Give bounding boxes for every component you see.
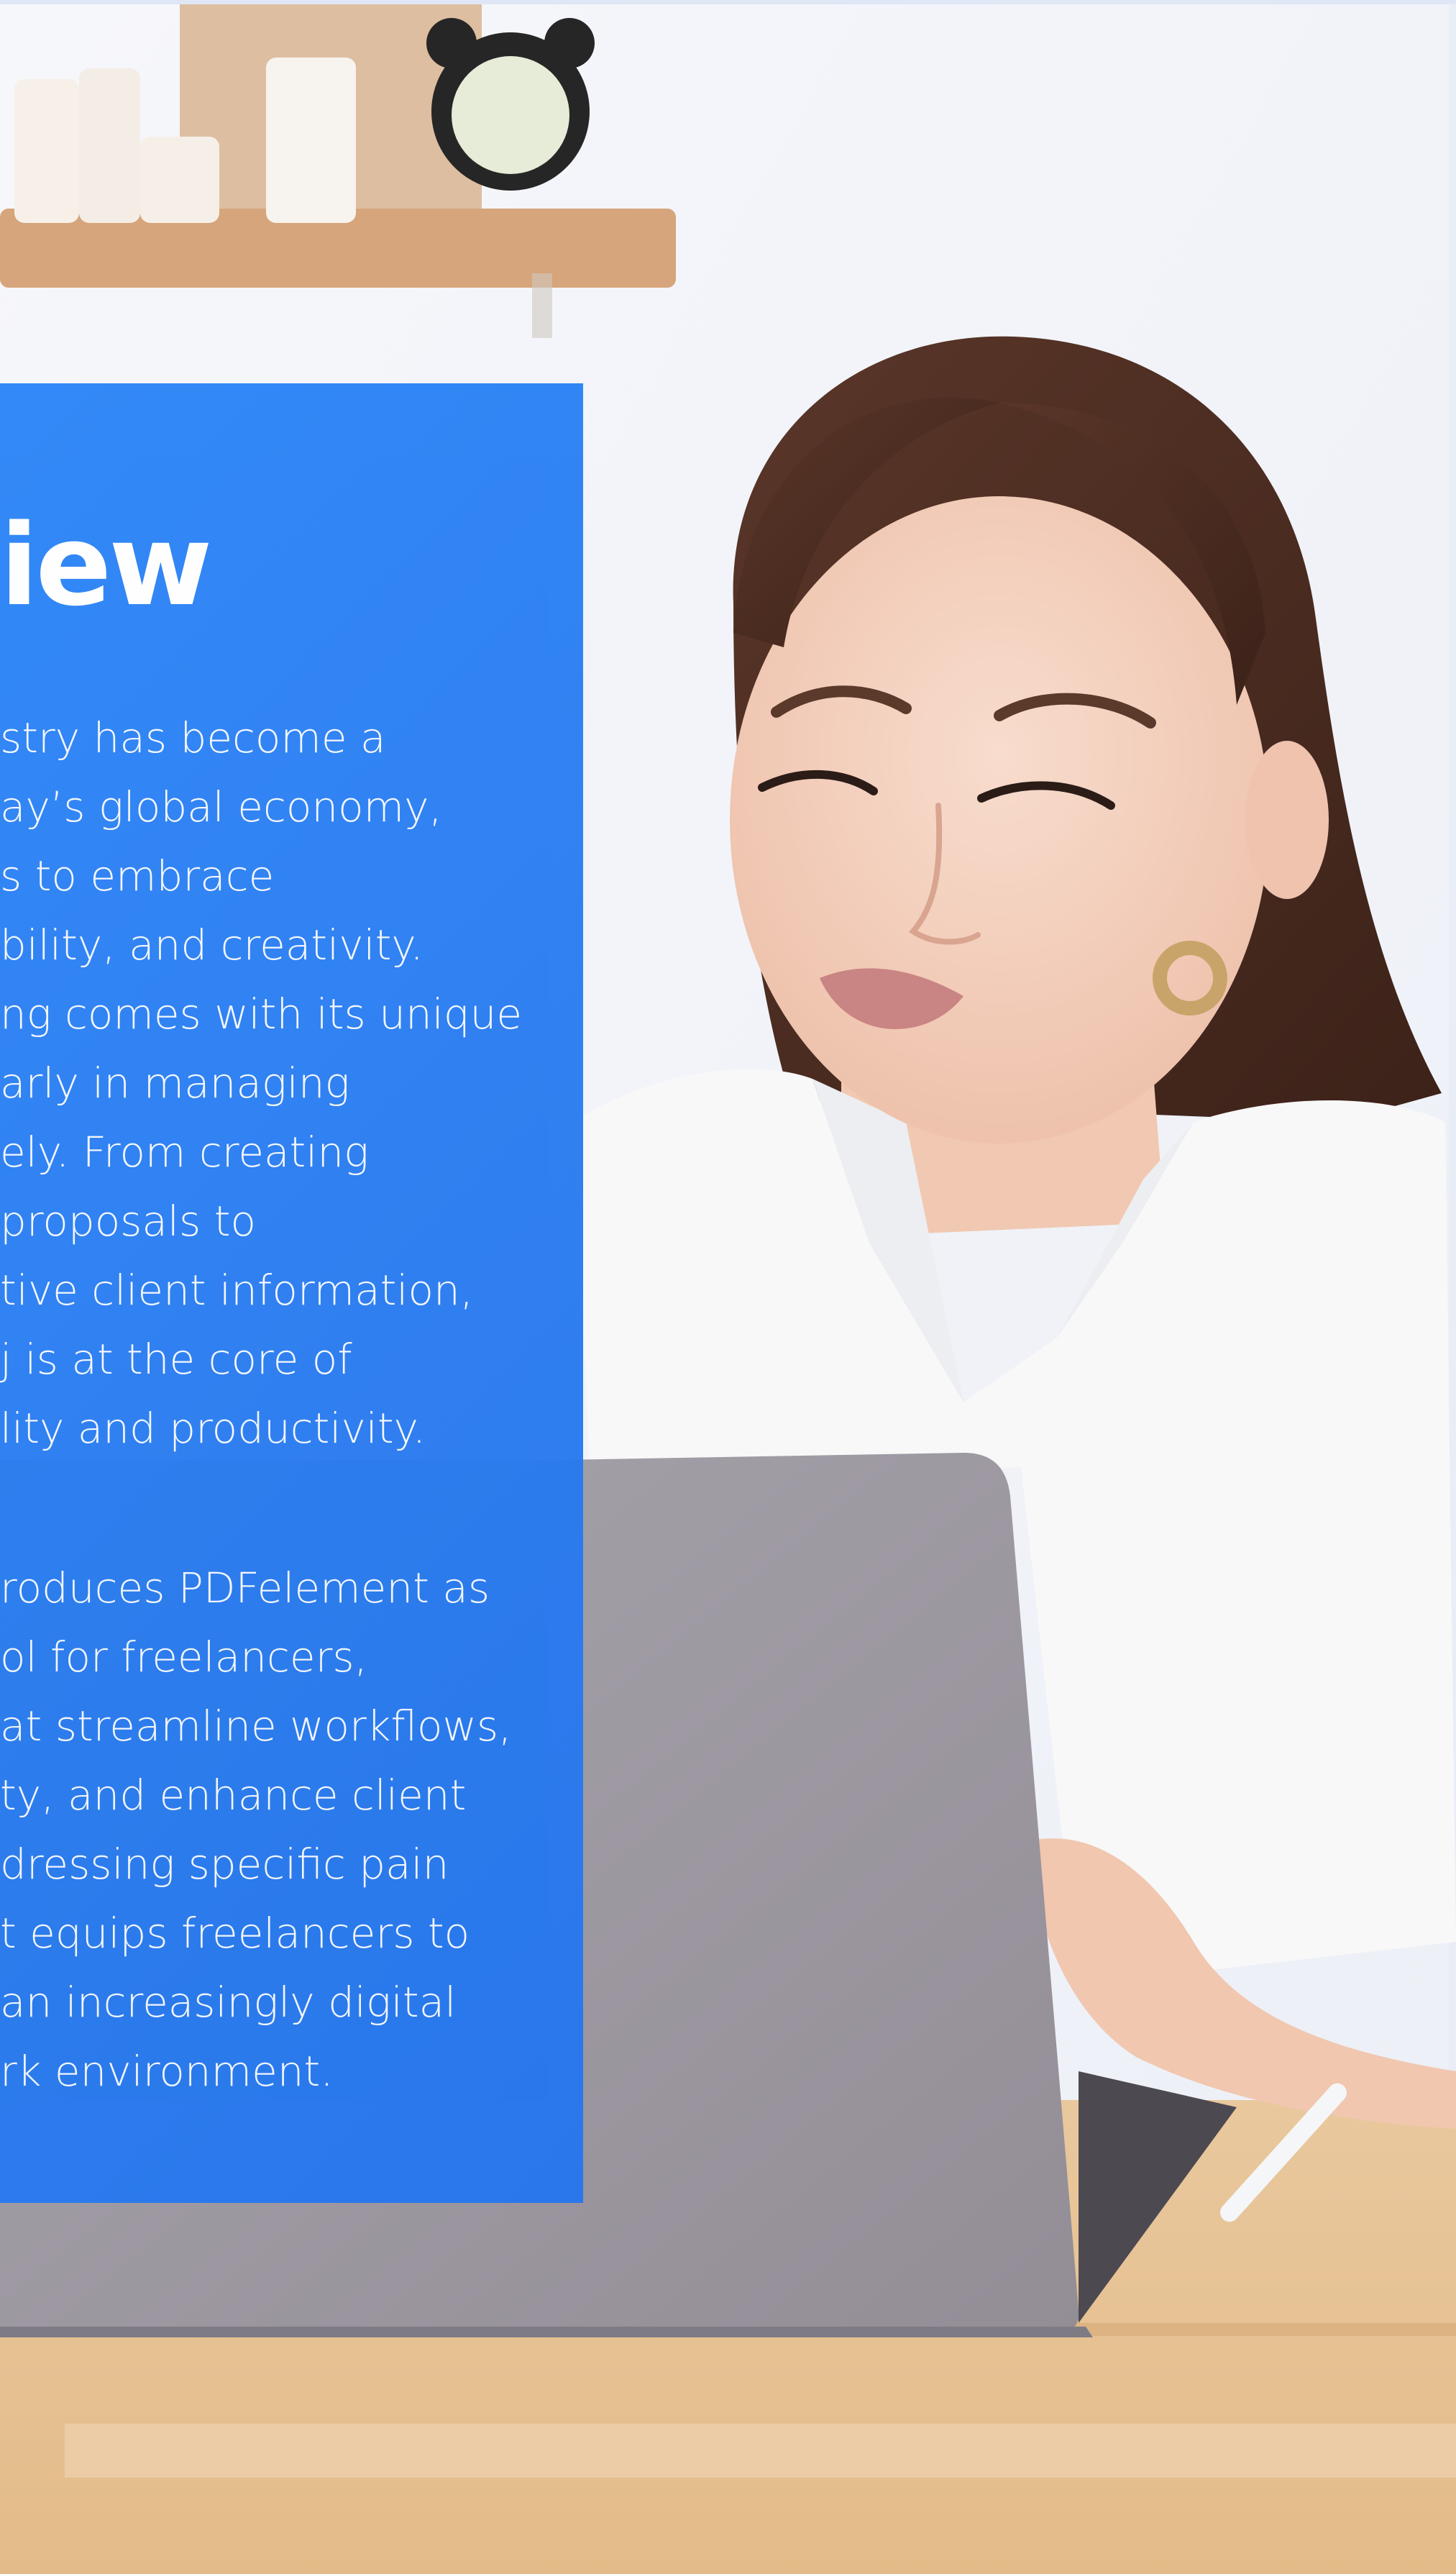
text-line: tive client information,	[0, 1266, 474, 1315]
text-line: proposals to	[0, 1197, 256, 1246]
text-line: stry has become a	[0, 713, 386, 762]
panel-title: iew	[0, 500, 212, 631]
text-line: ol for freelancers,	[0, 1633, 368, 1681]
text-line: s to embrace	[0, 852, 275, 900]
hero-scene: iew stry has become a ay’s global econom…	[0, 0, 1456, 2574]
text-line: dressing specific pain	[0, 1840, 449, 1889]
text-line: ty, and enhance client	[0, 1771, 467, 1820]
text-line: rk environment.	[0, 2047, 334, 2096]
text-line: ng comes with its unique	[0, 990, 523, 1039]
text-line: arly in managing	[0, 1059, 350, 1108]
text-line: bility, and creativity.	[0, 921, 423, 969]
paragraph-1: stry has become a ay’s global economy, s…	[0, 703, 522, 1463]
text-line: roduces PDFelement as	[0, 1564, 490, 1612]
overview-panel: iew stry has become a ay’s global econom…	[0, 383, 583, 2203]
text-line: at streamline workflows,	[0, 1702, 512, 1751]
face	[730, 496, 1269, 1144]
text-line: ay’s global economy,	[0, 782, 442, 831]
text-line: ely. From creating	[0, 1128, 369, 1177]
paragraph-2: roduces PDFelement as ol for freelancers…	[0, 1553, 512, 2106]
top-border	[0, 0, 1456, 4]
text-line: lity and productivity.	[0, 1404, 426, 1453]
text-line: t equips freelancers to	[0, 1909, 470, 1958]
text-line: j is at the core of	[0, 1335, 352, 1384]
text-line: an increasingly digital	[0, 1978, 457, 2027]
